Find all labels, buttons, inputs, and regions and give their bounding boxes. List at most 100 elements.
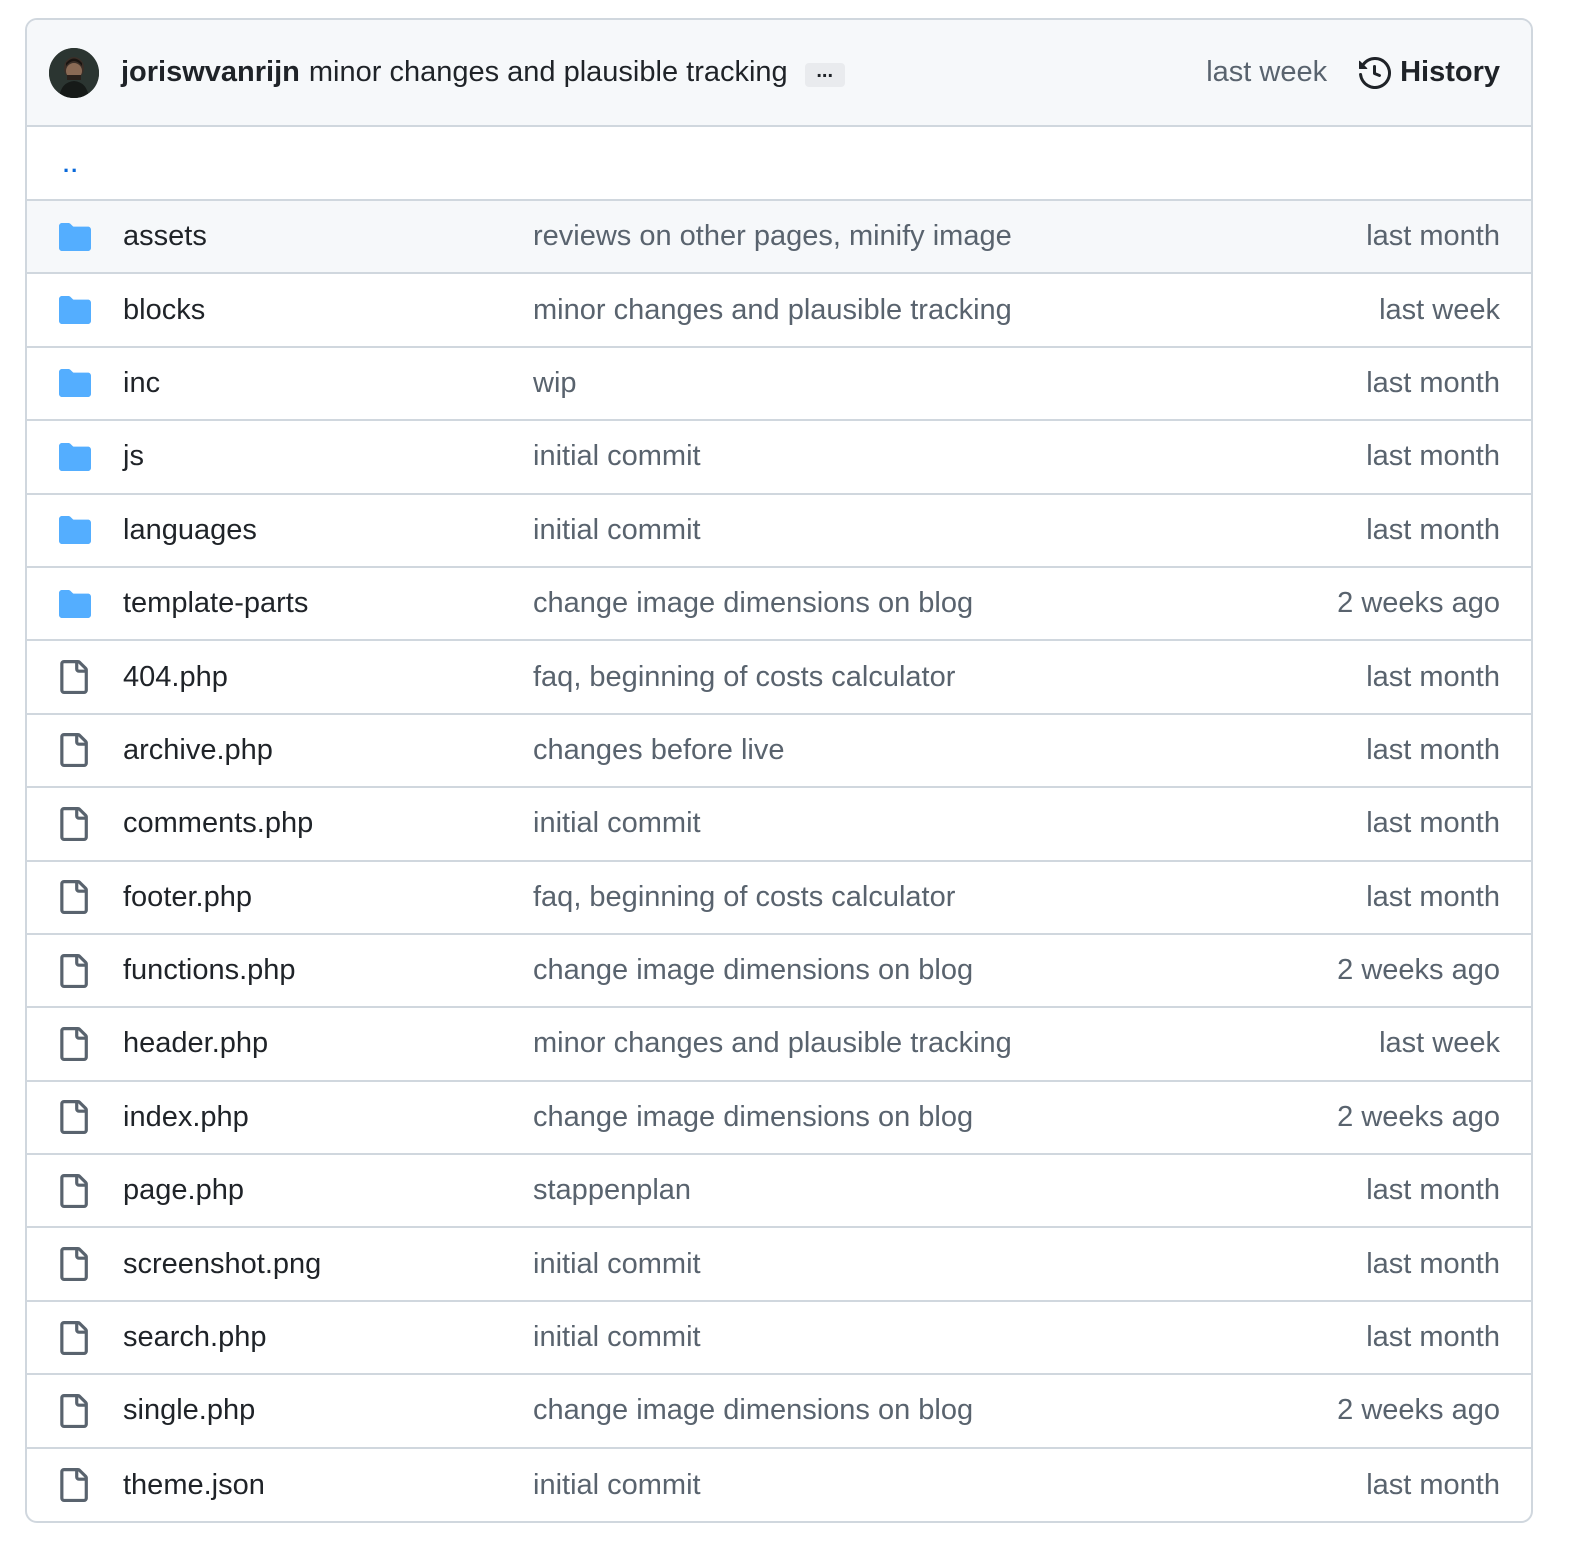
folder-name-link[interactable]: languages (123, 514, 533, 547)
file-row[interactable]: 404.php faq, beginning of costs calculato… (27, 641, 1531, 715)
file-browser: joriswvanrijn minor changes and plausibl… (25, 18, 1533, 1523)
commit-message-link[interactable]: initial commit (533, 514, 1366, 547)
file-row[interactable]: theme.json initial commit last month (27, 1449, 1531, 1521)
parent-directory-link[interactable]: .. (63, 152, 79, 178)
folder-icon (27, 222, 123, 251)
folder-name-link[interactable]: js (123, 440, 533, 473)
file-name-link[interactable]: screenshot.png (123, 1248, 533, 1281)
file-icon (27, 660, 123, 695)
commit-date: last month (1366, 1468, 1500, 1501)
folder-icon (27, 442, 123, 471)
history-label: History (1400, 56, 1500, 88)
file-row[interactable]: index.php change image dimensions on blog… (27, 1082, 1531, 1156)
folder-icon (27, 516, 123, 545)
commit-date: last month (1366, 880, 1500, 913)
file-name-link[interactable]: footer.php (123, 881, 533, 914)
file-name-link[interactable]: page.php (123, 1174, 533, 1207)
file-row[interactable]: page.php stappenplan last month (27, 1155, 1531, 1229)
file-row[interactable]: footer.php faq, beginning of costs calcul… (27, 862, 1531, 935)
file-icon (27, 880, 123, 915)
commit-message-link[interactable]: minor changes and plausible tracking (533, 1027, 1379, 1060)
commit-date: last month (1366, 1321, 1500, 1354)
commit-message-link[interactable]: initial commit (533, 807, 1366, 840)
folder-row[interactable]: inc wip last month (27, 348, 1531, 422)
commit-date: last month (1366, 1247, 1500, 1280)
commit-message-link[interactable]: minor changes and plausible tracking (309, 56, 788, 89)
expand-commit-button[interactable]: ... (804, 61, 845, 87)
commit-message-link[interactable]: reviews on other pages, minify image (533, 220, 1366, 253)
commit-message-link[interactable]: initial commit (533, 440, 1366, 473)
file-name-link[interactable]: index.php (123, 1101, 533, 1134)
file-name-link[interactable]: comments.php (123, 807, 533, 840)
folder-name-link[interactable]: assets (123, 220, 533, 253)
folder-row[interactable]: js initial commit last month (27, 421, 1531, 495)
commit-date: 2 weeks ago (1337, 587, 1500, 620)
file-icon (27, 1393, 123, 1428)
commit-message-link[interactable]: stappenplan (533, 1174, 1366, 1207)
commit-author-link[interactable]: joriswvanrijn (121, 56, 300, 89)
file-name-link[interactable]: search.php (123, 1321, 533, 1354)
commit-date: last week (1379, 293, 1500, 326)
folder-name-link[interactable]: blocks (123, 294, 533, 327)
folder-icon (27, 296, 123, 325)
file-row[interactable]: single.php change image dimensions on blo… (27, 1375, 1531, 1449)
file-name-link[interactable]: archive.php (123, 734, 533, 767)
commit-date: last month (1366, 513, 1500, 546)
file-row[interactable]: functions.php change image dimensions on … (27, 935, 1531, 1009)
folder-row[interactable]: template-parts change image dimensions on… (27, 568, 1531, 642)
parent-directory-row[interactable]: .. (27, 127, 1531, 201)
commit-message-link[interactable]: initial commit (533, 1248, 1366, 1281)
commit-date: 2 weeks ago (1337, 954, 1500, 987)
commit-date: last month (1366, 733, 1500, 766)
commit-message-link[interactable]: change image dimensions on blog (533, 1394, 1337, 1427)
folder-row[interactable]: blocks minor changes and plausible tracki… (27, 274, 1531, 348)
file-name-link[interactable]: header.php (123, 1027, 533, 1060)
commit-date: last month (1366, 807, 1500, 840)
file-icon (27, 733, 123, 768)
commit-message-link[interactable]: change image dimensions on blog (533, 954, 1337, 987)
file-row[interactable]: archive.php changes before live last month (27, 715, 1531, 789)
commit-message-link[interactable]: change image dimensions on blog (533, 1101, 1337, 1134)
folder-row[interactable]: assets reviews on other pages, minify ima… (27, 201, 1531, 275)
file-icon (27, 806, 123, 841)
commit-date: last month (1366, 1174, 1500, 1207)
folder-icon (27, 369, 123, 398)
file-row[interactable]: search.php initial commit last month (27, 1302, 1531, 1376)
file-name-link[interactable]: single.php (123, 1394, 533, 1427)
file-icon (27, 1100, 123, 1135)
commit-date: last month (1366, 440, 1500, 473)
commit-message-link[interactable]: change image dimensions on blog (533, 587, 1337, 620)
avatar[interactable] (49, 47, 99, 98)
commit-message-link[interactable]: minor changes and plausible tracking (533, 294, 1379, 327)
commit-date: last month (1366, 660, 1500, 693)
file-icon (27, 953, 123, 988)
file-row[interactable]: header.php minor changes and plausible tr… (27, 1008, 1531, 1082)
commit-date: 2 weeks ago (1337, 1100, 1500, 1133)
commit-message-link[interactable]: faq, beginning of costs calculator (533, 881, 1366, 914)
folder-row[interactable]: languages initial commit last month (27, 495, 1531, 568)
commit-message-link[interactable]: initial commit (533, 1469, 1366, 1502)
file-icon (27, 1026, 123, 1061)
file-icon (27, 1173, 123, 1208)
file-name-link[interactable]: functions.php (123, 954, 533, 987)
file-name-link[interactable]: 404.php (123, 661, 533, 694)
file-icon (27, 1320, 123, 1355)
file-name-link[interactable]: theme.json (123, 1469, 533, 1502)
commit-date: 2 weeks ago (1337, 1394, 1500, 1427)
commit-date: last week (1206, 56, 1328, 88)
file-row[interactable]: comments.php initial commit last month (27, 788, 1531, 862)
file-row[interactable]: screenshot.png initial commit last month (27, 1228, 1531, 1302)
folder-icon (27, 589, 123, 618)
file-icon (27, 1247, 123, 1282)
commit-message-link[interactable]: faq, beginning of costs calculator (533, 661, 1366, 694)
folder-name-link[interactable]: inc (123, 367, 533, 400)
folder-name-link[interactable]: template-parts (123, 587, 533, 620)
history-icon (1359, 56, 1392, 89)
commit-message-link[interactable]: changes before live (533, 734, 1366, 767)
history-button[interactable]: History (1359, 56, 1500, 89)
commit-message-link[interactable]: wip (533, 367, 1366, 400)
latest-commit-header: joriswvanrijn minor changes and plausibl… (27, 20, 1531, 127)
commit-date: last week (1379, 1027, 1500, 1060)
commit-message-link[interactable]: initial commit (533, 1321, 1366, 1354)
commit-date: last month (1366, 220, 1500, 253)
